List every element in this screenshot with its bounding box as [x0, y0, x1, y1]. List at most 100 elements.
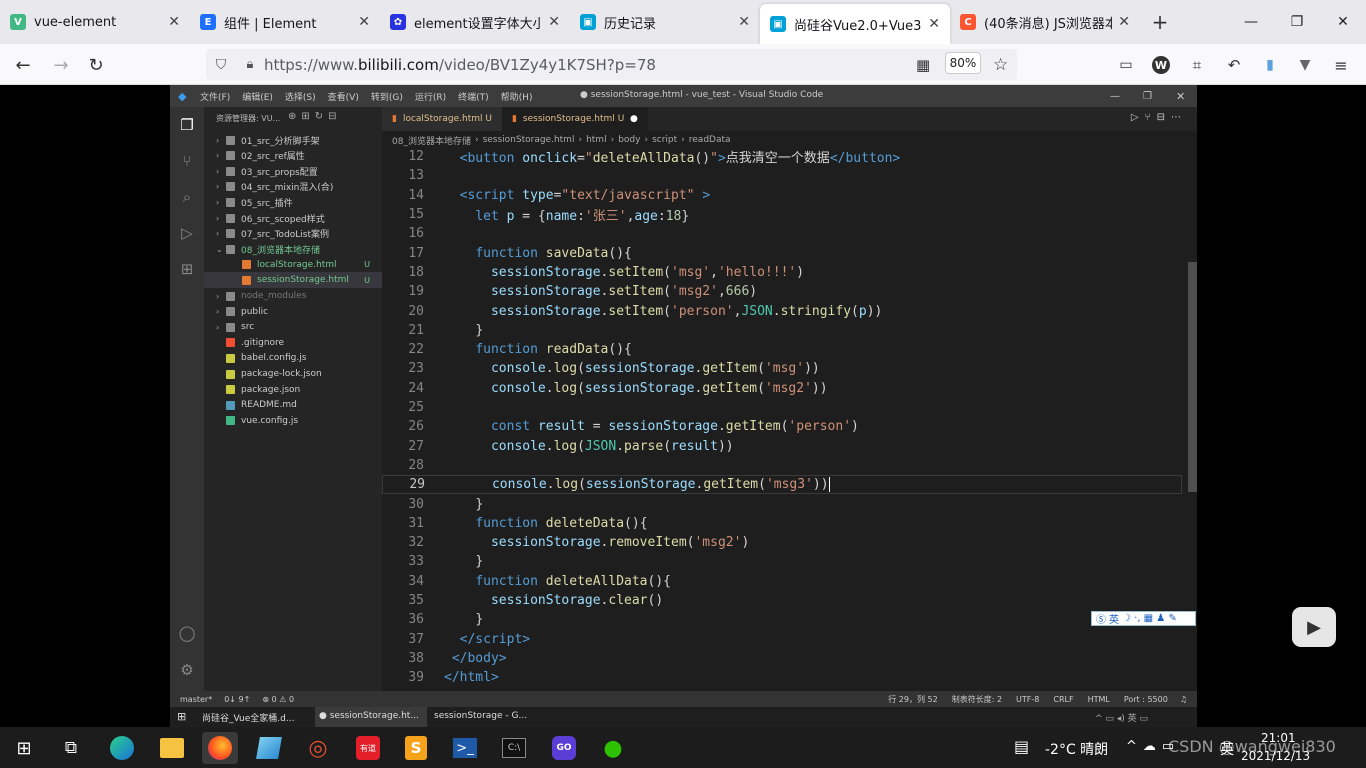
- explorer-item[interactable]: › src: [204, 319, 382, 335]
- code-line[interactable]: 30 }: [382, 494, 1182, 513]
- restore-button[interactable]: ❐: [1143, 91, 1152, 102]
- close-icon[interactable]: ✕: [738, 14, 750, 30]
- indent-status[interactable]: 制表符长度: 2: [952, 694, 1002, 705]
- code-line[interactable]: 13: [382, 166, 1182, 185]
- explorer-item[interactable]: package-lock.json: [204, 366, 382, 382]
- code-line[interactable]: 20 sessionStorage.setItem('person',JSON.…: [382, 301, 1182, 320]
- code-line[interactable]: 38 </body>: [382, 649, 1182, 668]
- browser-tab-active[interactable]: ▣尚硅谷Vue2.0+Vue3.0全✕: [760, 4, 950, 44]
- account-icon[interactable]: ◯: [177, 623, 197, 643]
- menu-selection[interactable]: 选择(S): [285, 90, 316, 103]
- lock-icon[interactable]: 🔒︎: [236, 57, 264, 72]
- explorer-item[interactable]: › 02_src_ref属性: [204, 148, 382, 164]
- problems-status[interactable]: ⊗ 0 ⚠ 0: [262, 695, 294, 704]
- browser-tab[interactable]: Vvue-element ✕: [0, 0, 190, 44]
- explorer-item[interactable]: ⌄ 08_浏览器本地存储: [204, 241, 382, 257]
- unsaved-dot-icon[interactable]: ●: [630, 114, 638, 124]
- explorer-icon[interactable]: ❐: [177, 115, 197, 135]
- settings-gear-icon[interactable]: ⚙: [177, 660, 197, 680]
- wechat-icon[interactable]: ●: [595, 732, 631, 764]
- reader-view-icon[interactable]: ▭: [1113, 52, 1139, 78]
- feedback-icon[interactable]: ♫: [1180, 695, 1187, 704]
- code-line[interactable]: 28: [382, 456, 1182, 475]
- code-line[interactable]: 15 let p = {name:'张三',age:18}: [382, 205, 1182, 224]
- editor-scrollbar[interactable]: [1188, 262, 1197, 492]
- close-icon[interactable]: ✕: [548, 14, 560, 30]
- explorer-item[interactable]: › 05_src_插件: [204, 194, 382, 210]
- cursor-position[interactable]: 行 29，列 52: [888, 694, 937, 705]
- qr-code-icon[interactable]: ▦: [916, 56, 930, 74]
- code-line[interactable]: 35 sessionStorage.clear(): [382, 591, 1182, 610]
- extensions-icon[interactable]: ⊞: [177, 259, 197, 279]
- menu-icon[interactable]: ≡: [1328, 52, 1354, 78]
- code-line[interactable]: 31 function deleteData(){: [382, 514, 1182, 533]
- explorer-item[interactable]: › 06_src_scoped样式: [204, 210, 382, 226]
- goland-icon[interactable]: GO: [552, 736, 576, 760]
- close-window-button[interactable]: ✕: [1320, 0, 1366, 44]
- sync-status[interactable]: 0↓ 9↑: [224, 695, 250, 704]
- explorer-item[interactable]: vue.config.js: [204, 413, 382, 429]
- menu-run[interactable]: 运行(R): [415, 90, 446, 103]
- code-line[interactable]: 24 console.log(sessionStorage.getItem('m…: [382, 379, 1182, 398]
- menu-file[interactable]: 文件(F): [200, 90, 230, 103]
- editor-tab-active[interactable]: ▮ sessionStorage.html U ●: [501, 107, 648, 131]
- menu-terminal[interactable]: 终端(T): [458, 90, 489, 103]
- app-icon[interactable]: [256, 737, 282, 759]
- explorer-item[interactable]: babel.config.js: [204, 350, 382, 366]
- code-line[interactable]: 27 console.log(JSON.parse(result)): [382, 437, 1182, 456]
- code-line[interactable]: 33 }: [382, 552, 1182, 571]
- branch-status[interactable]: master*: [180, 695, 212, 704]
- close-window-button[interactable]: ✕: [1176, 90, 1185, 103]
- close-icon[interactable]: ✕: [358, 14, 370, 30]
- code-line[interactable]: 26 const result = sessionStorage.getItem…: [382, 417, 1182, 436]
- menu-edit[interactable]: 编辑(E): [242, 90, 273, 103]
- code-line[interactable]: 25: [382, 398, 1182, 417]
- shield-icon[interactable]: ⛉: [206, 57, 236, 73]
- menu-go[interactable]: 转到(G): [371, 90, 403, 103]
- explorer-item[interactable]: › 03_src_props配置: [204, 163, 382, 179]
- code-line[interactable]: 32 sessionStorage.removeItem('msg2'): [382, 533, 1182, 552]
- new-tab-button[interactable]: +: [1140, 0, 1180, 44]
- browser-tab[interactable]: ▣ 历史记录 ✕: [570, 0, 760, 44]
- close-icon[interactable]: ✕: [168, 14, 180, 30]
- task-view-icon[interactable]: ⧉: [53, 732, 89, 764]
- minimize-button[interactable]: —: [1110, 91, 1120, 102]
- code-line[interactable]: 29 console.log(sessionStorage.getItem('m…: [382, 475, 1182, 495]
- terminal-icon[interactable]: C:\: [502, 738, 526, 758]
- back-icon[interactable]: ←: [10, 52, 36, 78]
- search-icon[interactable]: ⌕: [177, 187, 197, 207]
- explorer-item[interactable]: package.json: [204, 382, 382, 398]
- encoding-status[interactable]: UTF-8: [1016, 695, 1039, 704]
- code-line[interactable]: 22 function readData(){: [382, 340, 1182, 359]
- weibo-icon[interactable]: ◎: [300, 732, 336, 764]
- code-line[interactable]: 37 </script>: [382, 630, 1182, 649]
- language-status[interactable]: HTML: [1088, 695, 1110, 704]
- youdao-icon[interactable]: 有道: [356, 736, 380, 760]
- code-line[interactable]: 39 </html>: [382, 668, 1182, 687]
- extension-icon[interactable]: ▮: [1257, 52, 1283, 78]
- code-line[interactable]: 16: [382, 224, 1182, 243]
- bookmark-star-icon[interactable]: ☆: [993, 55, 1008, 75]
- start-icon[interactable]: ⊞: [6, 732, 42, 764]
- sublime-icon[interactable]: S: [405, 736, 427, 760]
- menu-help[interactable]: 帮助(H): [501, 90, 533, 103]
- file-explorer-icon[interactable]: [160, 738, 184, 758]
- close-icon[interactable]: ✕: [1118, 14, 1130, 30]
- weather-icon[interactable]: ▤: [1014, 737, 1029, 756]
- explorer-actions[interactable]: ⊕⊞↻⊟: [288, 111, 342, 122]
- minimize-button[interactable]: —: [1228, 0, 1274, 44]
- editor-actions[interactable]: ▷⑂⊟⋯: [1131, 112, 1187, 123]
- code-line[interactable]: 17 function saveData(){: [382, 244, 1182, 263]
- reload-icon[interactable]: ↻: [83, 52, 109, 78]
- code-line[interactable]: 18 sessionStorage.setItem('msg','hello!!…: [382, 263, 1182, 282]
- browser-tab[interactable]: E 组件 | Element ✕: [190, 0, 380, 44]
- code-line[interactable]: 34 function deleteAllData(){: [382, 572, 1182, 591]
- code-line[interactable]: 14 <script type="text/javascript" >: [382, 186, 1182, 205]
- code-line[interactable]: 19 sessionStorage.setItem('msg2',666): [382, 282, 1182, 301]
- code-line[interactable]: 12 <button onclick="deleteAllData()">点我清…: [382, 147, 1182, 166]
- browser-tab[interactable]: ✿element设置字体大小_百✕: [380, 0, 570, 44]
- close-icon[interactable]: ✕: [928, 16, 940, 32]
- explorer-item[interactable]: sessionStorage.html U: [204, 272, 382, 289]
- explorer-item[interactable]: › public: [204, 304, 382, 320]
- firefox-icon[interactable]: [208, 736, 232, 760]
